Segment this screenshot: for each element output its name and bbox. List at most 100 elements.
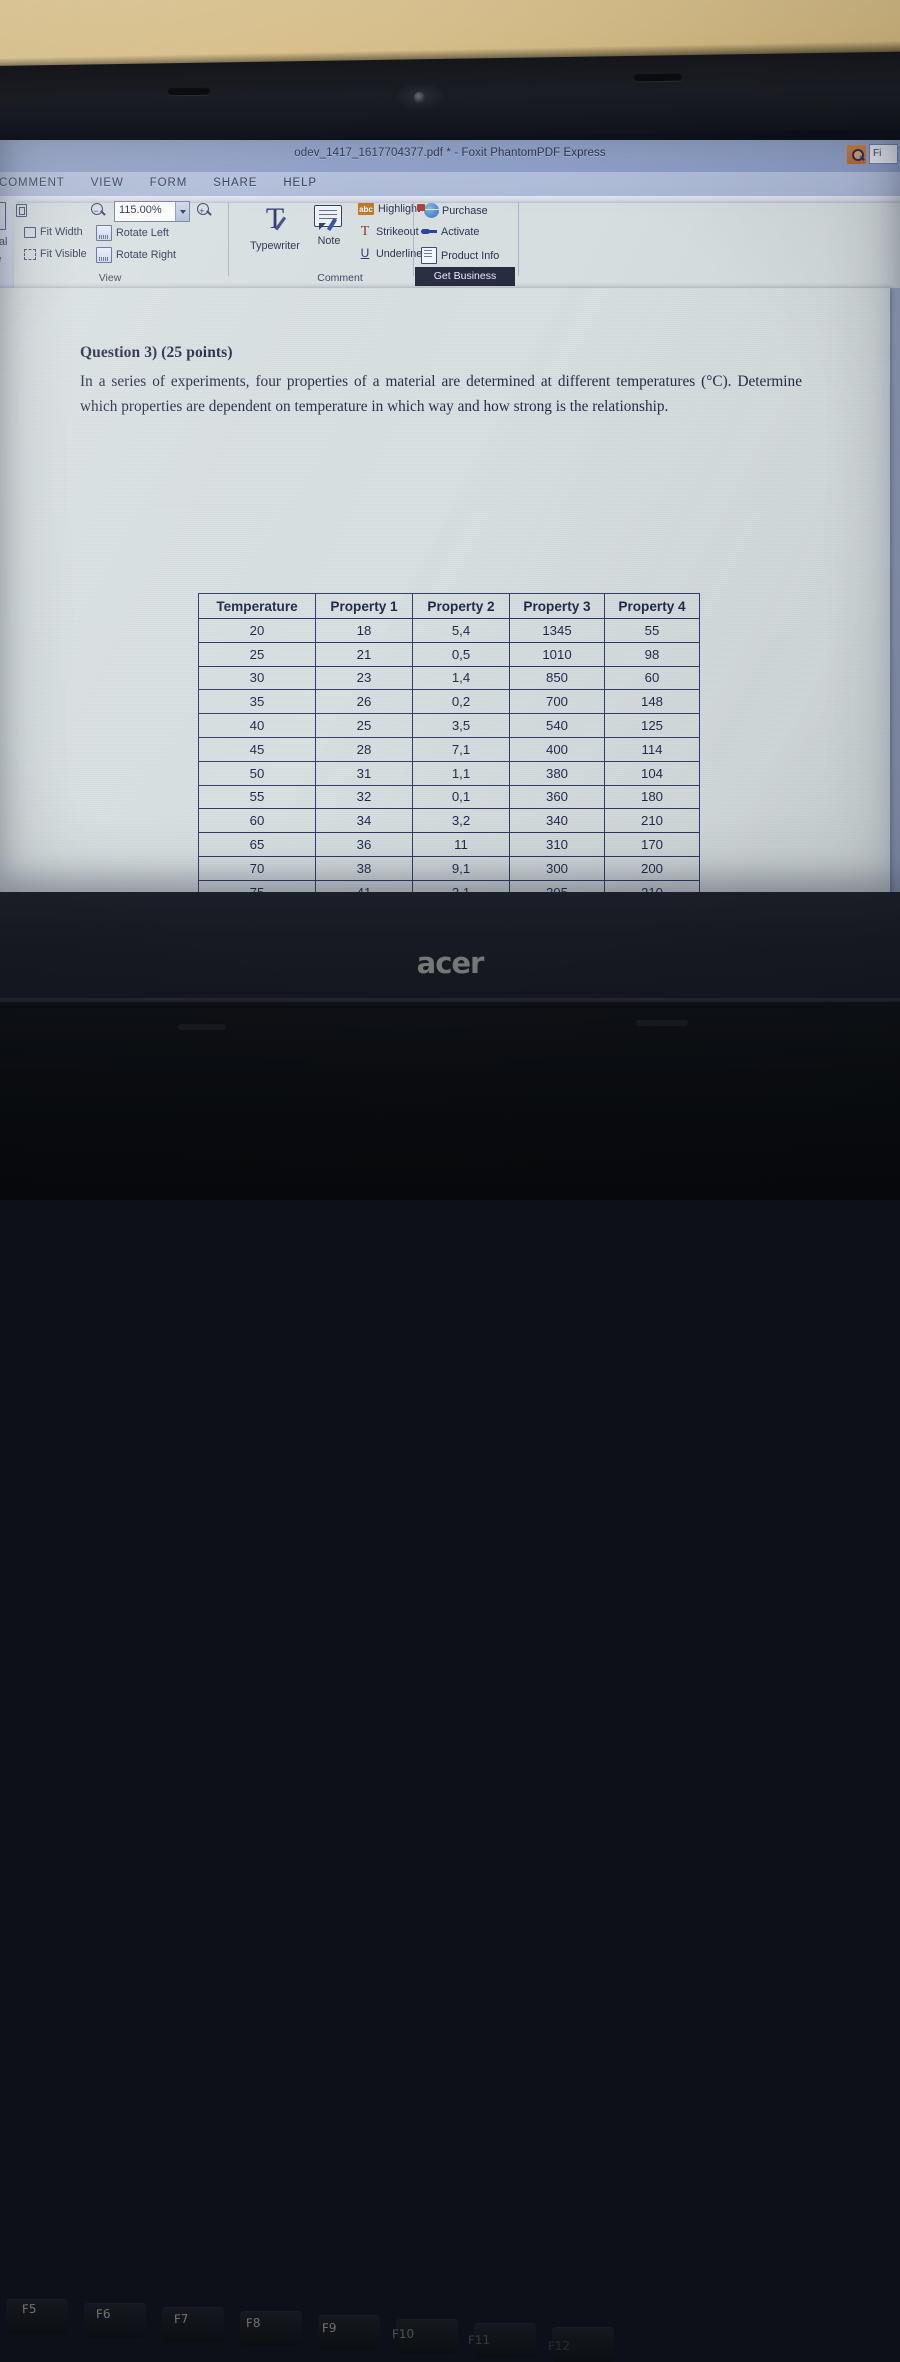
webcam-icon (392, 83, 448, 111)
zoom-out-sign: − (93, 205, 99, 216)
properties-table: Temperature Property 1 Property 2 Proper… (198, 593, 700, 892)
function-key-row: F5 F6 F7 F8 F9 F10 F11 F12 (0, 1150, 900, 2362)
table-cell: 3,5 (412, 713, 510, 738)
product-info-label: Product Info (441, 249, 500, 262)
zoom-out-icon[interactable]: − (90, 202, 106, 218)
key-f6[interactable]: F6 (96, 2307, 111, 2321)
key-f8[interactable]: F8 (246, 2316, 261, 2330)
photo-scene: odev_1417_1617704377.pdf * - Foxit Phant… (0, 0, 900, 2362)
tab-view[interactable]: VIEW (78, 175, 137, 191)
document-content: Question 3) (25 points) In a series of e… (80, 344, 840, 419)
table-cell: 25 (198, 641, 316, 667)
product-info-button[interactable]: Product Info (421, 247, 499, 264)
table-cell: 1345 (509, 618, 605, 643)
ribbon-group-view: tual ze Fit Page Fit Width Fit Visible R… (0, 196, 900, 892)
column-header-property-1: Property 1 (315, 593, 413, 619)
purchase-button[interactable]: Purchase (417, 203, 488, 218)
table-cell: 40 (198, 713, 316, 738)
key-f9[interactable]: F9 (322, 2321, 337, 2335)
table-cell: 125 (604, 713, 700, 738)
view-group-label: View (98, 272, 122, 284)
key-f11[interactable]: F11 (468, 2333, 491, 2348)
rotate-right-button[interactable]: Rotate Right (96, 247, 176, 263)
table-row: 30 23 1,4 850 60 (198, 665, 700, 691)
table-cell: 114 (604, 736, 700, 762)
strikeout-button[interactable]: T Strikeout (358, 225, 419, 239)
find-icon[interactable] (847, 144, 866, 164)
table-cell: 55 (604, 618, 700, 643)
find-input[interactable]: Fi (869, 144, 898, 164)
rotate-left-button[interactable]: Rotate Left (96, 225, 169, 241)
note-label: Note (317, 235, 341, 247)
table-cell: 60 (198, 808, 316, 834)
table-cell: 3,1 (412, 879, 510, 892)
table-cell: 7,1 (412, 736, 510, 762)
zoom-in-icon[interactable]: + (196, 202, 212, 218)
column-header-property-4: Property 4 (604, 593, 700, 619)
key-f12[interactable]: F12 (548, 2339, 571, 2354)
table-cell: 75 (198, 879, 316, 892)
speaker-vent-right (636, 1020, 688, 1026)
table-cell: 5,4 (412, 618, 510, 643)
zoom-in-sign: + (199, 205, 205, 216)
document-viewport[interactable]: Question 3) (25 points) In a series of e… (0, 288, 900, 892)
purchase-icon (417, 203, 439, 218)
activate-button[interactable]: Activate (421, 225, 479, 239)
product-info-icon (421, 247, 437, 264)
microphone-vent-left (168, 87, 210, 96)
key-f5[interactable]: F5 (22, 2302, 37, 2316)
typewriter-button[interactable]: T Typewriter (246, 204, 304, 253)
laptop-top-bezel (0, 51, 900, 144)
table-row: 40 25 3,5 540 125 (198, 713, 700, 738)
table-row: 50 31 1,1 380 104 (198, 760, 700, 786)
tab-comment[interactable]: COMMENT (0, 175, 78, 191)
zoom-dropdown-caret-icon[interactable] (175, 202, 189, 221)
table-cell: 0,1 (412, 784, 510, 810)
table-cell: 3,2 (412, 808, 510, 834)
table-cell: 98 (604, 641, 700, 667)
zoom-level-combobox[interactable]: 115.00% (114, 201, 190, 222)
rotate-right-label: Rotate Right (116, 249, 177, 261)
fit-visible-button[interactable]: Fit Visible (22, 247, 87, 261)
table-cell: 300 (509, 855, 605, 881)
table-cell: 18 (315, 618, 413, 643)
tab-share[interactable]: SHARE (200, 175, 270, 191)
table-cell: 34 (315, 808, 413, 834)
column-header-property-2: Property 2 (412, 593, 510, 619)
table-cell: 38 (315, 855, 413, 881)
tab-form[interactable]: FORM (137, 175, 200, 191)
fit-visible-label: Fit Visible (40, 248, 87, 260)
fit-width-button[interactable]: Fit Width (22, 225, 83, 239)
table-cell: 60 (604, 665, 700, 691)
actual-size-icon[interactable] (0, 202, 6, 230)
highlight-button[interactable]: abc Highlight (358, 203, 420, 215)
table-cell: 32 (315, 784, 413, 810)
table-cell: 200 (604, 855, 700, 881)
pdf-page: Question 3) (25 points) In a series of e… (0, 288, 890, 892)
table-cell: 31 (315, 760, 413, 786)
key-f7[interactable]: F7 (174, 2312, 189, 2326)
table-cell: 35 (198, 689, 316, 715)
table-row: 25 21 0,5 1010 98 (198, 641, 700, 667)
get-business-label[interactable]: Get Business (415, 267, 515, 286)
table-row: 45 28 7,1 400 114 (198, 736, 700, 762)
tab-help[interactable]: HELP (270, 175, 330, 191)
table-cell: 70 (198, 855, 316, 881)
window-title: odev_1417_1617704377.pdf * - Foxit Phant… (294, 147, 606, 159)
table-row: 75413,1295210 (198, 879, 700, 892)
fit-page-button[interactable]: Fit Page (14, 203, 900, 892)
table-header-row: Temperature Property 1 Property 2 Proper… (198, 593, 700, 619)
table-cell: 30 (198, 665, 316, 691)
key-f10[interactable]: F10 (392, 2327, 415, 2342)
highlight-icon: abc (358, 203, 374, 215)
table-cell: 25 (315, 713, 413, 738)
table-cell: 380 (509, 760, 605, 786)
underline-icon: U (360, 246, 370, 260)
rotate-left-icon (96, 225, 112, 241)
ribbon-toolbar: tual ze Fit Page Fit Width Fit Visible R… (0, 196, 900, 892)
table-row: 70 38 9,1 300 200 (198, 855, 700, 881)
table-cell: 400 (509, 736, 605, 762)
column-header-temperature: Temperature (198, 593, 316, 619)
table-row: 55 32 0,1 360 180 (198, 784, 700, 810)
note-button[interactable]: Note (306, 205, 352, 247)
